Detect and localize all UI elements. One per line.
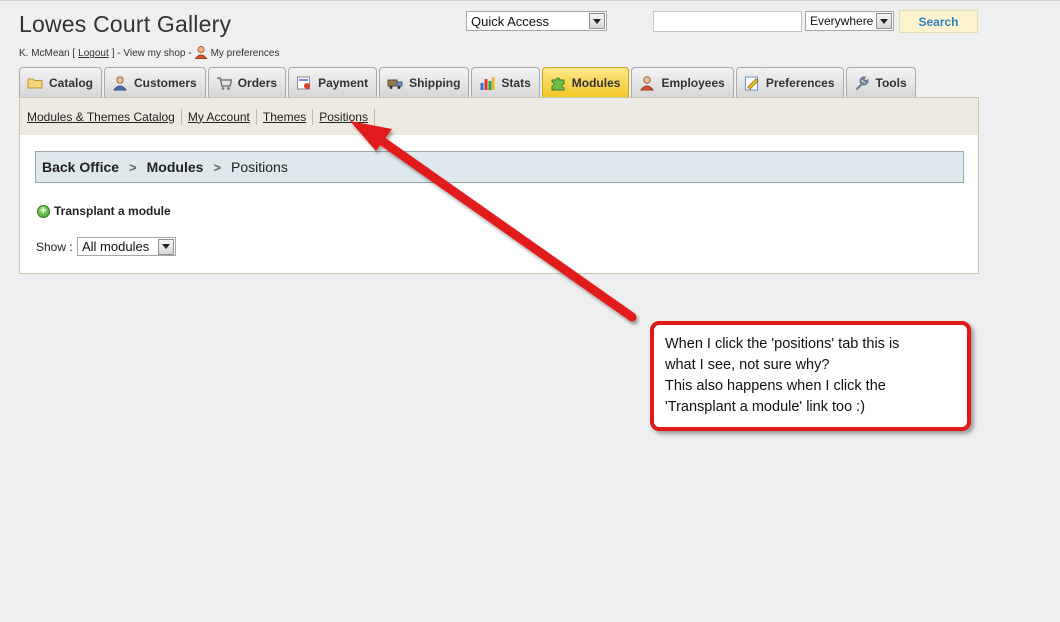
annotation-callout: When I click the 'positions' tab this is… xyxy=(650,321,971,431)
annotation-arrow xyxy=(350,121,637,322)
annotation-line: 'Transplant a module' link too :) xyxy=(665,399,866,415)
annotation-line: This also happens when I click the xyxy=(665,378,886,394)
annotation-line: what I see, not sure why? xyxy=(665,357,830,373)
annotation-line: When I click the 'positions' tab this is xyxy=(665,336,900,352)
